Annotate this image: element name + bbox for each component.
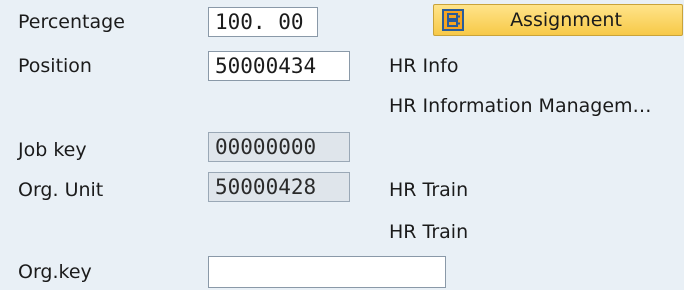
org-key-row: Org.key [0,254,684,290]
percentage-field[interactable]: 100. 00 [208,7,318,37]
org-key-field[interactable] [208,256,446,288]
org-unit-row: Org. Unit 50000428 HR Train [0,172,684,208]
job-key-label: Job key [18,139,87,161]
assignment-icon [436,5,470,35]
position-description: HR Info [389,55,459,77]
org-unit-label: Org. Unit [18,179,104,201]
org-unit-long-desc-row: HR Train [0,214,684,250]
job-key-row: Job key 00000000 [0,132,684,168]
position-field[interactable]: 50000434 [208,51,350,81]
assignment-button-label: Assignment [510,9,622,31]
job-key-field: 00000000 [208,132,350,162]
percentage-label: Percentage [18,11,125,33]
position-label: Position [18,55,92,77]
assignment-button[interactable]: Assignment [433,4,683,36]
org-unit-long-description: HR Train [389,221,469,243]
org-unit-field: 50000428 [208,172,350,202]
position-long-desc-row: HR Information Managem… [0,88,684,124]
position-long-description: HR Information Managem… [389,95,652,117]
org-key-label: Org.key [18,261,92,283]
position-row: Position 50000434 HR Info [0,48,684,84]
org-unit-description: HR Train [389,179,469,201]
